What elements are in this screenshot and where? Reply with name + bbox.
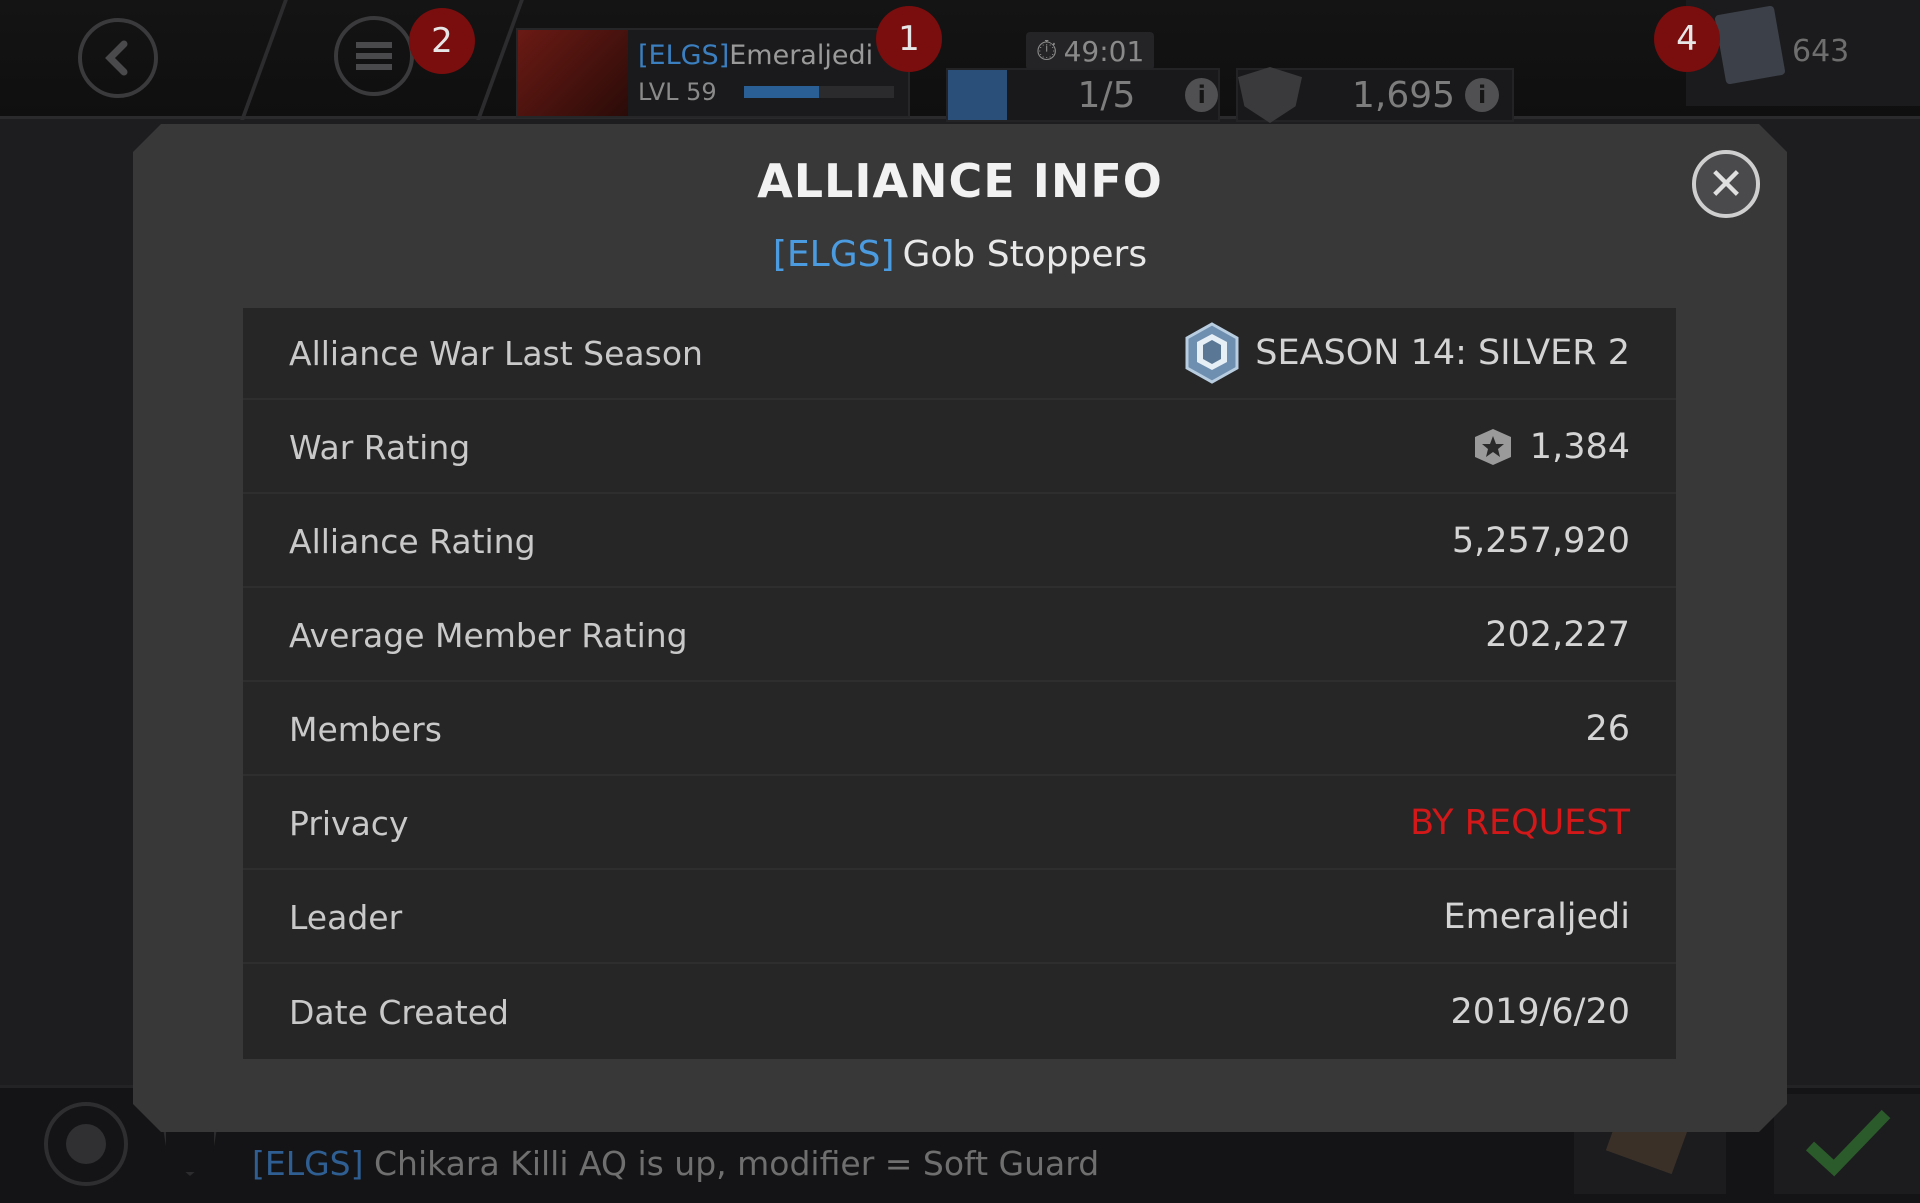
card-stack-icon: [1714, 5, 1786, 85]
row-label: Alliance War Last Season: [289, 333, 703, 373]
chat-text: AQ is up, modifier = Soft Guard: [579, 1144, 1100, 1183]
close-button[interactable]: ✕: [1692, 150, 1760, 218]
menu-button[interactable]: [334, 16, 414, 96]
chat-sender: Chikara Killi: [374, 1144, 569, 1183]
store-badge: 4: [1654, 6, 1720, 72]
war-rating-value: 1,384: [1529, 427, 1630, 467]
row-value: SEASON 14: SILVER 2: [1181, 322, 1630, 384]
row-label: Members: [289, 709, 442, 749]
timer-text: 49:01: [1063, 34, 1145, 68]
alliance-tag: [ELGS]: [772, 234, 895, 275]
avatar: [518, 30, 628, 116]
alliance-members-button[interactable]: [44, 1102, 128, 1186]
row-label: Date Created: [289, 992, 509, 1032]
war-rating-star-icon: [1474, 429, 1511, 465]
table-row: Average Member Rating 202,227: [243, 590, 1676, 682]
player-profile[interactable]: [ELGS]Emeraljedi LVL 59: [516, 28, 910, 118]
energy-value: 1/5: [1077, 74, 1136, 116]
row-value: 202,227: [1485, 615, 1630, 655]
player-tag: [ELGS]: [638, 40, 730, 71]
alliance-name: Gob Stoppers: [902, 234, 1148, 275]
rating-value: 1,695: [1352, 74, 1456, 116]
currency-value: 643: [1792, 34, 1850, 69]
close-icon: ✕: [1707, 158, 1745, 210]
privacy-value: BY REQUEST: [1410, 803, 1630, 843]
table-row: War Rating 1,384: [243, 402, 1676, 494]
chat-tag: [ELGS]: [252, 1144, 364, 1183]
table-row: Privacy BY REQUEST: [243, 778, 1676, 870]
checkmark-icon: [1805, 1109, 1891, 1177]
row-value: 5,257,920: [1451, 521, 1630, 561]
alliance-info-modal: ALLIANCE INFO [ELGS] Gob Stoppers ✕ Allia…: [133, 124, 1787, 1132]
rating-pill[interactable]: 1,695 i: [1236, 67, 1514, 123]
player-level: LVL 59: [638, 78, 717, 106]
xp-bar-fill: [744, 86, 819, 98]
row-value: 26: [1585, 709, 1630, 749]
chevron-left-icon: [105, 40, 128, 76]
table-row: Members 26: [243, 684, 1676, 776]
confirm-button[interactable]: [1774, 1094, 1920, 1194]
store-panel[interactable]: 643: [1686, 0, 1920, 106]
xp-bar: [744, 86, 894, 98]
season-text: SEASON 14: SILVER 2: [1255, 333, 1630, 373]
chat-message[interactable]: [ELGS] Chikara Killi AQ is up, modifier …: [252, 1144, 1099, 1183]
row-value: 1,384: [1468, 427, 1630, 467]
row-label: Alliance Rating: [289, 521, 536, 561]
silver-tier-badge-icon: [1185, 322, 1239, 384]
modal-title: ALLIANCE INFO: [757, 154, 1163, 208]
info-icon[interactable]: i: [1185, 78, 1218, 112]
people-icon: [66, 1124, 106, 1164]
row-value: 2019/6/20: [1450, 992, 1630, 1032]
top-bar: 2 [ELGS]Emeraljedi LVL 59 1 ⏱ 49:01 1/5 i…: [0, 0, 1920, 123]
alliance-info-table: Alliance War Last Season SEASON 14: SILV…: [243, 308, 1676, 1059]
info-icon[interactable]: i: [1465, 78, 1500, 112]
profile-badge: 1: [876, 6, 942, 72]
row-label: War Rating: [289, 427, 471, 467]
shield-icon: [1238, 67, 1302, 123]
player-name-text: Emeraljedi: [729, 40, 874, 71]
divider: [240, 0, 288, 120]
table-row: Alliance War Last Season SEASON 14: SILV…: [243, 308, 1676, 400]
stopwatch-icon: ⏱: [1035, 34, 1058, 67]
table-row: Date Created 2019/6/20: [243, 966, 1676, 1058]
row-label: Privacy: [289, 803, 409, 843]
row-label: Average Member Rating: [289, 615, 688, 655]
menu-icon: [356, 42, 392, 70]
energy-pill[interactable]: 1/5 i: [946, 68, 1220, 122]
leader-value[interactable]: Emeraljedi: [1443, 897, 1630, 937]
energy-icon: [948, 70, 1008, 120]
menu-badge: 2: [409, 8, 475, 74]
row-label: Leader: [289, 897, 403, 937]
back-button[interactable]: [78, 18, 158, 98]
player-name: [ELGS]Emeraljedi: [638, 40, 873, 71]
alliance-name-heading: [ELGS] Gob Stoppers: [133, 234, 1787, 275]
table-row: Leader Emeraljedi: [243, 872, 1676, 964]
table-row: Alliance Rating 5,257,920: [243, 496, 1676, 588]
timer: ⏱ 49:01: [1026, 32, 1154, 70]
